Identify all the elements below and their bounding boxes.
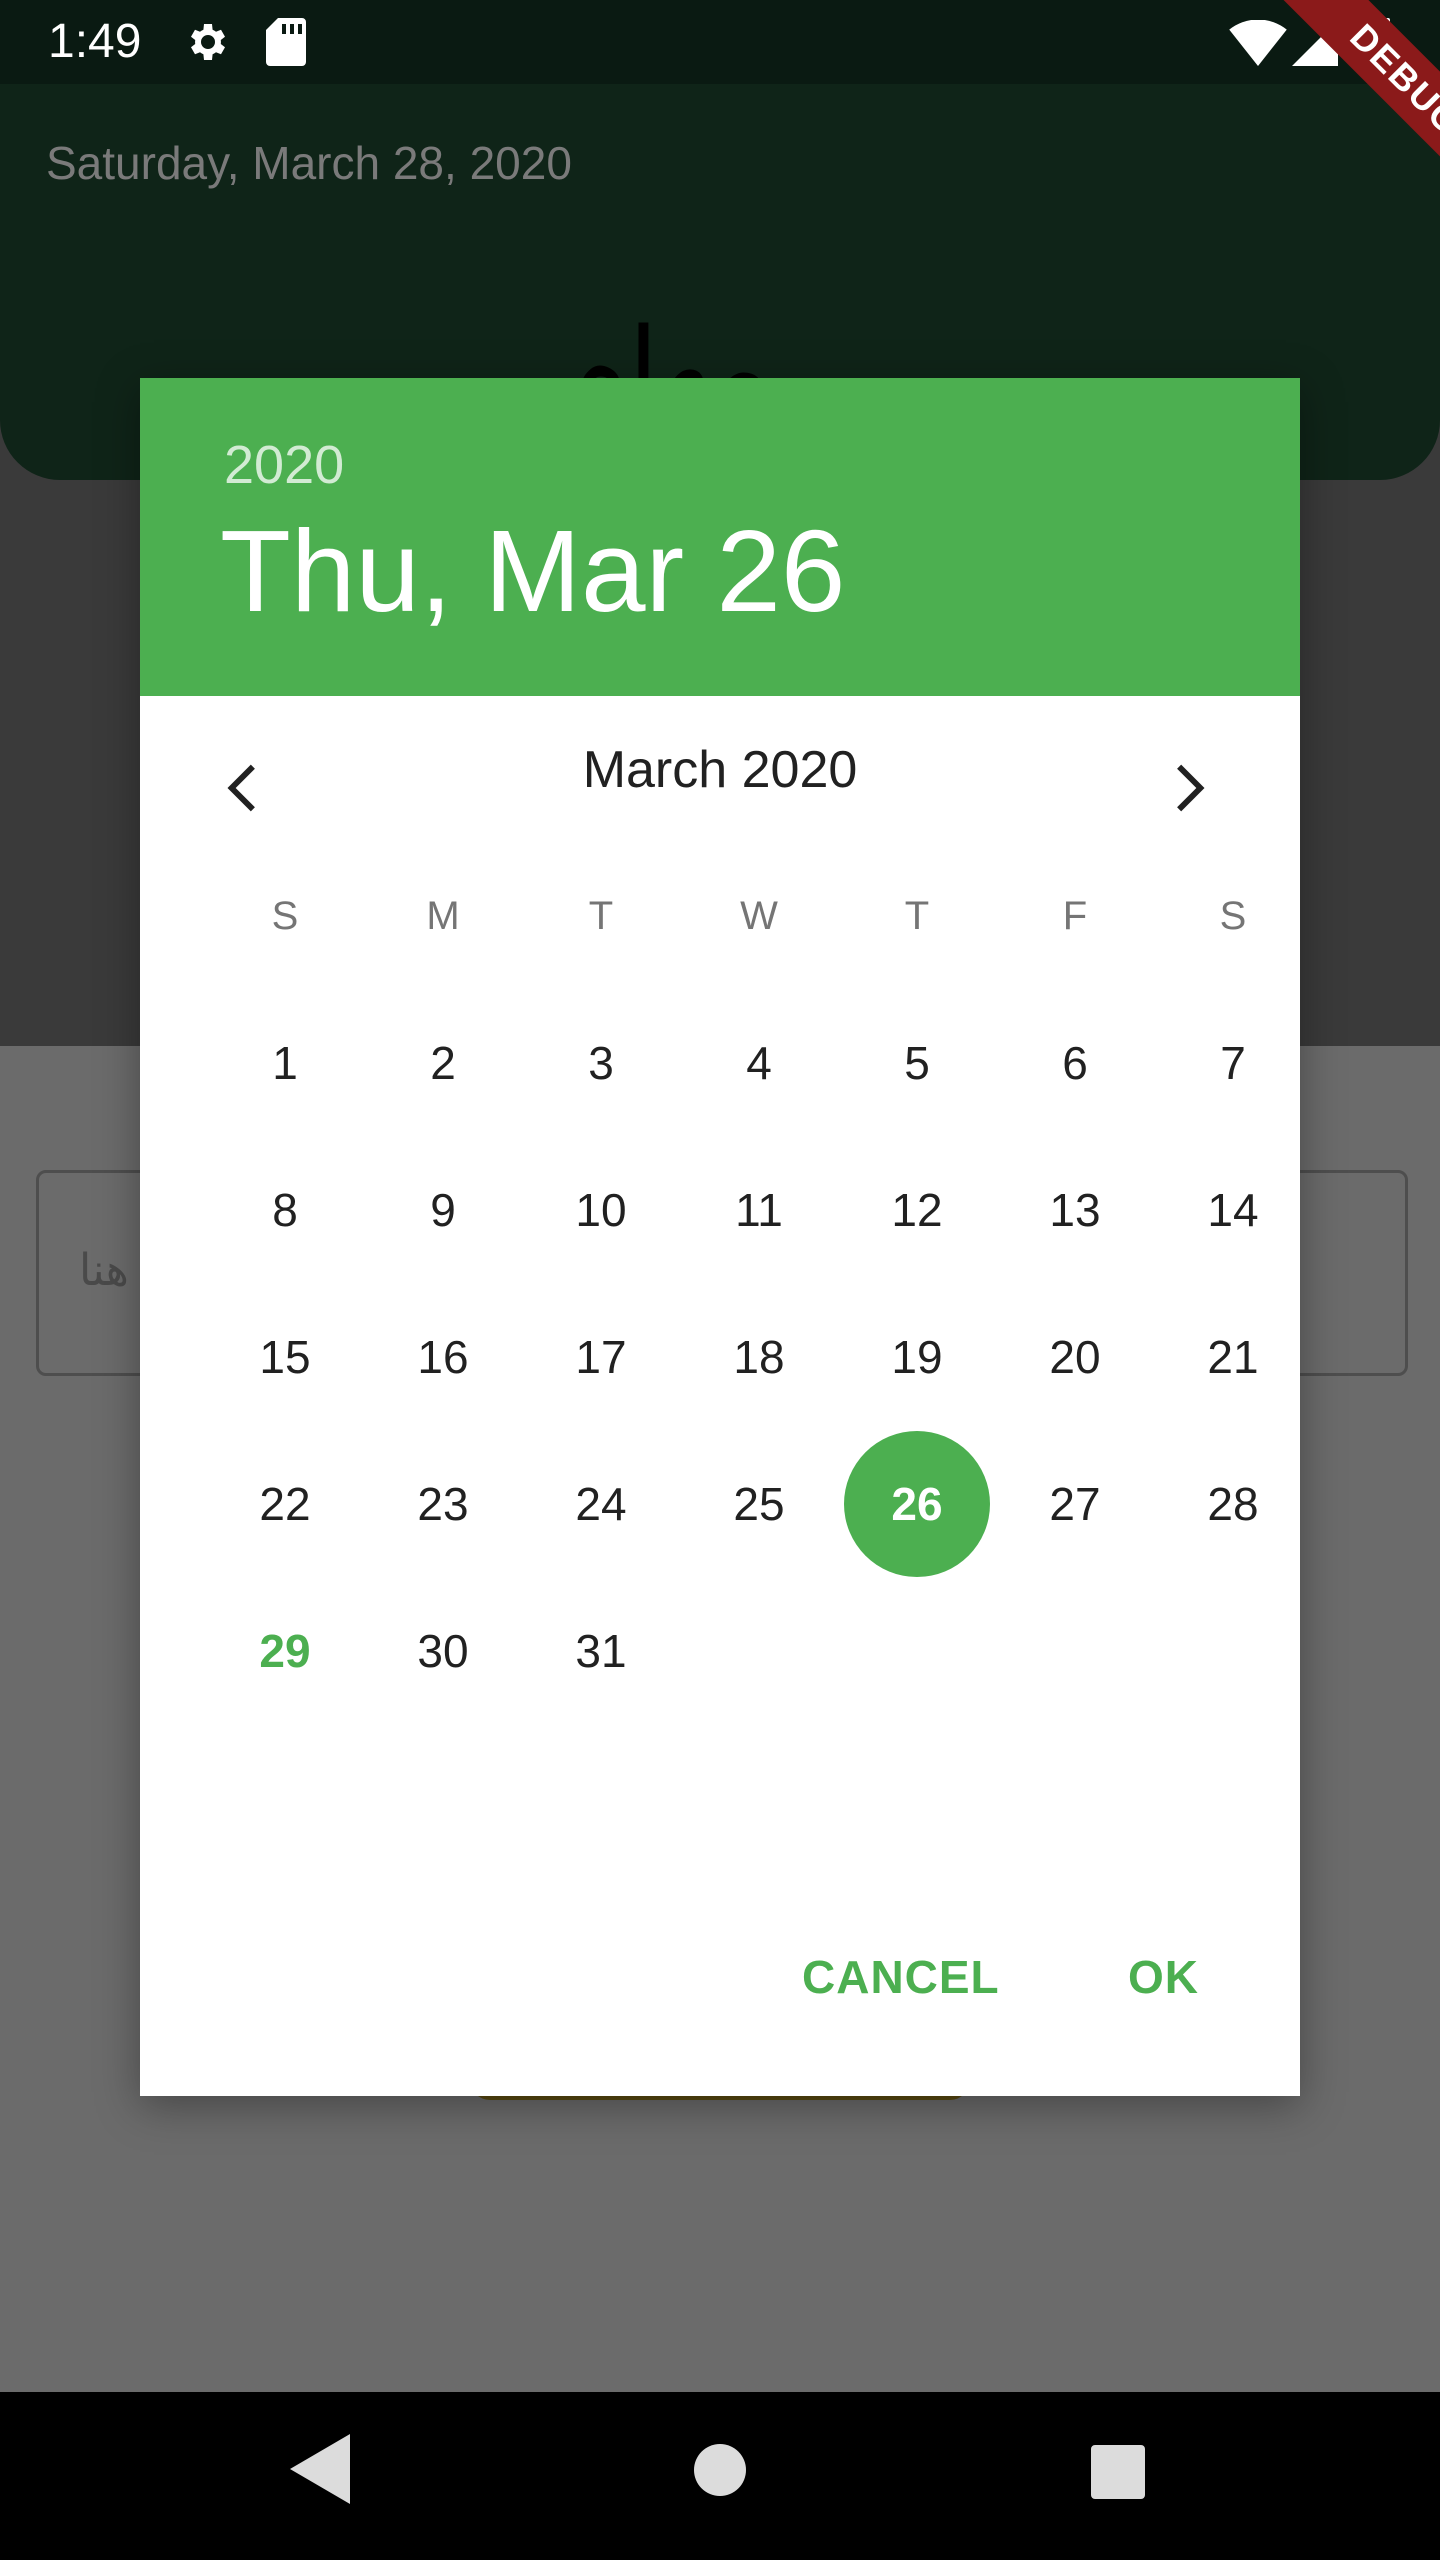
calendar-day[interactable]: 6 (996, 990, 1154, 1136)
calendar-day[interactable]: 3 (522, 990, 680, 1136)
calendar-day[interactable]: 25 (680, 1431, 838, 1577)
back-icon[interactable] (290, 2434, 350, 2504)
task-input-hint: هنا (79, 1245, 129, 1296)
weekday-label: W (740, 894, 778, 938)
wifi-icon (1229, 20, 1287, 66)
navigation-bar (0, 2392, 1440, 2560)
calendar-day[interactable]: 30 (364, 1578, 522, 1724)
weekday-label: F (1062, 894, 1088, 938)
calendar-day[interactable]: 15 (206, 1284, 364, 1430)
calendar-day[interactable]: 14 (1154, 1137, 1312, 1283)
calendar-day[interactable]: 26 (838, 1431, 996, 1577)
weekday-label: S (271, 894, 299, 938)
sd-card-icon (266, 18, 306, 66)
recents-icon[interactable] (1091, 2445, 1145, 2499)
calendar-day[interactable]: 24 (522, 1431, 680, 1577)
weekday-label: S (1219, 894, 1247, 938)
selected-year[interactable]: 2020 (224, 434, 344, 496)
status-bar: 1:49 (0, 0, 1440, 84)
calendar-day[interactable]: 18 (680, 1284, 838, 1430)
selected-date: Thu, Mar 26 (220, 506, 846, 636)
chevron-right-icon[interactable] (1152, 748, 1222, 828)
calendar-day[interactable]: 22 (206, 1431, 364, 1577)
calendar-day[interactable]: 29 (206, 1578, 364, 1724)
calendar-day[interactable]: 11 (680, 1137, 838, 1283)
weekday-label: M (426, 894, 460, 938)
calendar-day[interactable]: 9 (364, 1137, 522, 1283)
gear-icon (191, 24, 225, 60)
calendar-day[interactable]: 5 (838, 990, 996, 1136)
calendar-day-label: 26 (891, 1478, 943, 1530)
calendar-day[interactable]: 23 (364, 1431, 522, 1577)
calendar-day[interactable]: 8 (206, 1137, 364, 1283)
calendar-day[interactable]: 2 (364, 990, 522, 1136)
calendar-day[interactable]: 28 (1154, 1431, 1312, 1577)
home-icon[interactable] (694, 2444, 746, 2496)
month-title: March 2020 (582, 741, 858, 799)
date-picker-header: 2020 Thu, Mar 26 (140, 378, 1300, 696)
calendar-day[interactable]: 20 (996, 1284, 1154, 1430)
calendar-day[interactable]: 19 (838, 1284, 996, 1430)
date-picker-dialog: 2020 Thu, Mar 26 March 2020 SMTWTFS 1234… (140, 378, 1300, 2096)
status-time: 1:49 (48, 15, 142, 68)
weekday-label: T (588, 894, 614, 938)
ok-button[interactable]: OK (1128, 1950, 1199, 2004)
cancel-button[interactable]: CANCEL (802, 1950, 1000, 2004)
header-date: Saturday, March 28, 2020 (46, 137, 572, 189)
calendar-day[interactable]: 1 (206, 990, 364, 1136)
weekday-label: T (904, 894, 930, 938)
calendar-day[interactable]: 12 (838, 1137, 996, 1283)
calendar-day[interactable]: 31 (522, 1578, 680, 1724)
calendar-day[interactable]: 17 (522, 1284, 680, 1430)
calendar-day[interactable]: 4 (680, 990, 838, 1136)
calendar-day[interactable]: 16 (364, 1284, 522, 1430)
calendar-day[interactable]: 10 (522, 1137, 680, 1283)
calendar-day[interactable]: 7 (1154, 990, 1312, 1136)
calendar-day[interactable]: 21 (1154, 1284, 1312, 1430)
calendar-day[interactable]: 13 (996, 1137, 1154, 1283)
calendar-day[interactable]: 27 (996, 1431, 1154, 1577)
